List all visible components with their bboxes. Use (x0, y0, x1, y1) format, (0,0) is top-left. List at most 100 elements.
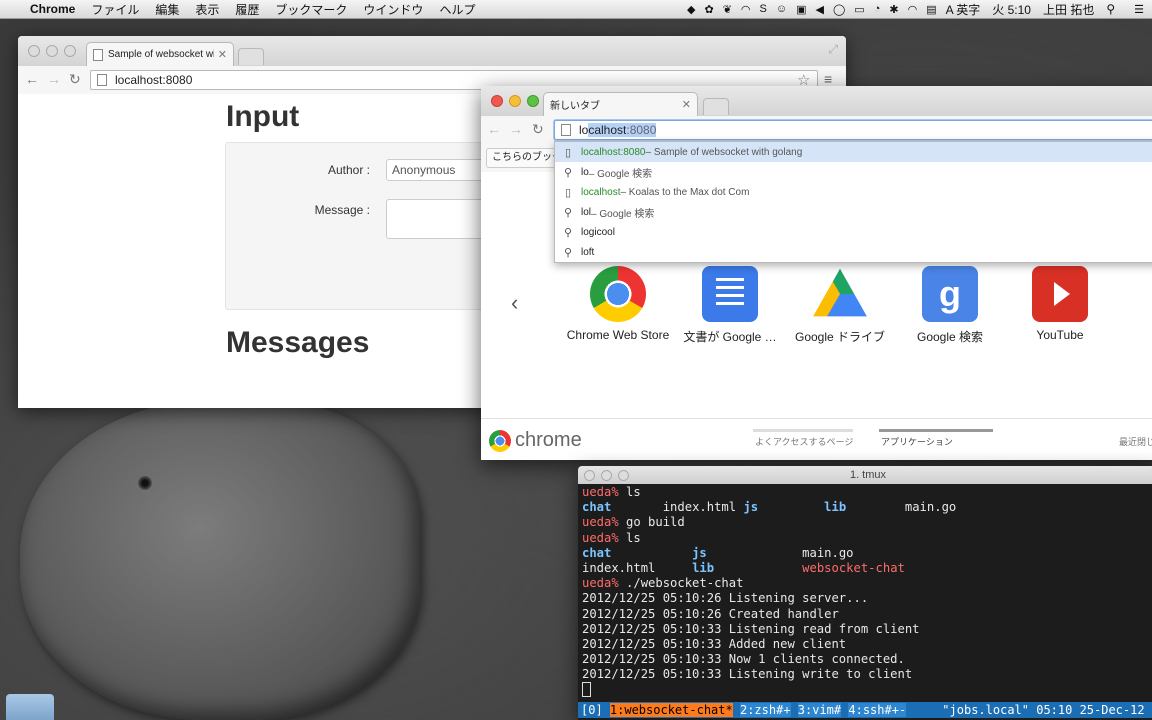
app-google-search[interactable]: g Google 検索 (895, 266, 1005, 345)
camera-icon[interactable]: ▤ (926, 3, 936, 16)
terminal-text: ueda% (582, 530, 619, 545)
app-google-docs[interactable]: 文書が Google … (675, 266, 785, 345)
minimize-window-button[interactable] (46, 45, 58, 57)
messages-heading: Messages (226, 326, 370, 359)
chrome-web-store-icon (590, 266, 646, 322)
recently-closed-link[interactable]: 最近閉じ (1119, 435, 1152, 448)
suggestion-row[interactable]: ▯ localhost:8080 – Sample of websocket w… (555, 142, 1152, 162)
reload-icon[interactable]: ↻ (69, 71, 81, 88)
menu-history[interactable]: 履歴 (235, 1, 259, 18)
close-window-button[interactable] (491, 95, 503, 107)
terminal-line: ueda% ls (582, 531, 1152, 546)
bluetooth-icon[interactable]: ✱ (889, 3, 898, 16)
youtube-icon (1032, 266, 1088, 322)
evernote-icon[interactable]: ❦ (723, 3, 732, 16)
tmux-window[interactable]: 3:vim# (797, 703, 842, 717)
search-icon: ⚲ (563, 206, 573, 219)
chrome-menu-icon[interactable]: ≡ (824, 71, 832, 87)
suggestion-match: localhost (581, 186, 621, 198)
time-machine-icon[interactable]: ◔ (874, 3, 881, 15)
suggestion-row[interactable]: ▯ localhost – Koalas to the Max dot Com (555, 182, 1152, 202)
back-icon[interactable]: ← (25, 71, 39, 87)
minimize-window-button[interactable] (601, 470, 612, 481)
app-youtube[interactable]: YouTube (1005, 266, 1115, 342)
skype-icon[interactable]: S (760, 3, 767, 15)
folder-icon[interactable] (6, 694, 54, 720)
dropbox-icon[interactable]: ◆ (687, 3, 695, 16)
close-tab-icon[interactable]: ✕ (682, 98, 691, 111)
tmux-window[interactable]: 2:zsh#+ (739, 703, 791, 717)
forward-icon[interactable]: → (509, 121, 523, 137)
input-mode[interactable]: A 英字 (946, 1, 981, 18)
terminal-line: chat index.html js lib main.go (582, 500, 1152, 515)
spotlight-search-icon[interactable]: ⚲ (1106, 2, 1115, 16)
tmux-window-current[interactable]: 1:websocket-chat* (609, 703, 733, 717)
tab-websocket[interactable]: Sample of websocket with ✕ (86, 42, 234, 66)
address-bar[interactable]: localhost:8080 (554, 120, 1152, 140)
app-chrome-web-store[interactable]: Chrome Web Store (563, 266, 673, 342)
notification-list-icon[interactable]: ☰ (1134, 3, 1144, 16)
new-tab-button[interactable] (238, 48, 264, 65)
menu-file[interactable]: ファイル (91, 1, 139, 18)
smile-icon[interactable]: ☺ (776, 3, 787, 15)
terminal-line: 2012/12/25 05:10:33 Listening read from … (582, 622, 1152, 637)
terminal-text: ueda% (582, 515, 619, 530)
terminal-output[interactable]: ueda% ls chat index.html js lib main.go ue… (582, 485, 1152, 702)
fullscreen-icon[interactable]: ⤢ (828, 42, 838, 57)
previous-page-arrow-icon[interactable]: ‹ (511, 290, 518, 316)
app-menu[interactable]: Chrome (30, 2, 75, 16)
terminal-cursor (582, 682, 591, 698)
terminal-text: lib (824, 500, 847, 515)
terminal-line: 2012/12/25 05:10:33 Added new client (582, 637, 1152, 652)
volume-icon[interactable]: ◀ (816, 3, 824, 16)
terminal-line: 2012/12/25 05:10:26 Listening server... (582, 591, 1152, 606)
reload-icon[interactable]: ↻ (532, 121, 544, 138)
chrome-wordmark: chrome (515, 429, 582, 451)
apps-indicator (879, 429, 993, 432)
menu-bookmarks[interactable]: ブックマーク (275, 1, 347, 18)
apps-link[interactable]: アプリケーション (881, 435, 953, 448)
new-tab-button[interactable] (703, 98, 729, 115)
window-controls (491, 95, 539, 107)
suggestion-match: lol (581, 206, 592, 218)
minimize-window-button[interactable] (509, 95, 521, 107)
terminal-text: js (743, 500, 759, 515)
suggestion-row[interactable]: ⚲ lo – Google 検索 (555, 162, 1152, 182)
wifi-icon[interactable]: ◠ (741, 3, 751, 16)
terminal-text: 2012/12/25 05:10:33 Added new client (582, 636, 847, 651)
terminal-text: go build (618, 515, 685, 530)
battery-icon[interactable]: ▭ (854, 3, 864, 16)
suggestion-row[interactable]: ⚲ logicool (555, 222, 1152, 242)
sync-icon[interactable]: ✿ (704, 3, 713, 16)
close-window-button[interactable] (584, 470, 595, 481)
suggestion-row[interactable]: ⚲ loft (555, 242, 1152, 262)
zoom-window-button[interactable] (64, 45, 76, 57)
menu-view[interactable]: 表示 (195, 1, 219, 18)
back-icon[interactable]: ← (487, 121, 501, 137)
zoom-window-button[interactable] (618, 470, 629, 481)
close-window-button[interactable] (28, 45, 40, 57)
zoom-window-button[interactable] (527, 95, 539, 107)
terminal-title-bar: 1. tmux (578, 466, 1152, 484)
terminal-line: chat js main.go (582, 546, 1152, 561)
menu-help[interactable]: ヘルプ (439, 1, 475, 18)
tab-new-tab[interactable]: 新しいタブ ✕ (543, 92, 698, 116)
app-google-drive[interactable]: Google ドライブ (785, 266, 895, 345)
user-name[interactable]: 上田 拓也 (1043, 1, 1094, 18)
most-visited-link[interactable]: よくアクセスするページ (755, 435, 853, 448)
display-icon[interactable]: ▣ (796, 3, 806, 16)
tmux-window[interactable]: 4:ssh#+- (848, 703, 907, 717)
menu-window[interactable]: ウインドウ (363, 1, 423, 18)
terminal-text: 2012/12/25 05:10:33 Now 1 clients connec… (582, 652, 905, 667)
close-tab-icon[interactable]: ✕ (218, 48, 227, 61)
airport-icon[interactable]: ◠ (908, 3, 918, 16)
menu-edit[interactable]: 編集 (155, 1, 179, 18)
terminal-text: main.go (846, 500, 957, 515)
terminal-text: ls (618, 530, 641, 545)
suggestion-row[interactable]: ⚲ lol – Google 検索 (555, 202, 1152, 222)
bolt-decoration (138, 476, 152, 490)
forward-icon[interactable]: → (47, 71, 61, 87)
clock[interactable]: 火 5:10 (992, 1, 1031, 18)
chat-icon[interactable]: ◯ (833, 3, 845, 16)
